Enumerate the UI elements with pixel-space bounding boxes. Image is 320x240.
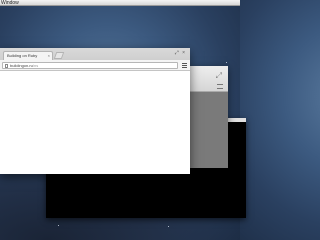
close-tab-icon[interactable]: × (48, 52, 50, 60)
page-icon (5, 64, 8, 68)
tab-strip: Building on Ruby × ⤢ × (0, 48, 190, 60)
star (168, 226, 169, 227)
front-browser-window[interactable]: Building on Ruby × ⤢ × buildingon.ru/ns (0, 48, 190, 174)
new-tab-button[interactable] (53, 52, 65, 59)
tab-building-on-ruby[interactable]: Building on Ruby × (3, 51, 53, 60)
window-controls-icon[interactable]: ⤢ × (175, 50, 186, 56)
menu-icon[interactable] (217, 84, 223, 89)
fullscreen-icon[interactable]: ⤢ (216, 71, 222, 81)
menu-window[interactable]: Window (1, 0, 19, 6)
star (58, 225, 59, 226)
url-path: /ns (32, 63, 39, 68)
page-content[interactable] (0, 71, 190, 174)
tab-title: Building on Ruby (7, 53, 38, 58)
menu-icon[interactable] (182, 63, 187, 68)
url-host: buildingon.ru (10, 63, 33, 68)
browser-toolbar: buildingon.ru/ns (0, 60, 190, 71)
menu-bar: Window (0, 0, 240, 6)
star (226, 62, 227, 63)
address-bar[interactable]: buildingon.ru/ns (2, 62, 178, 69)
